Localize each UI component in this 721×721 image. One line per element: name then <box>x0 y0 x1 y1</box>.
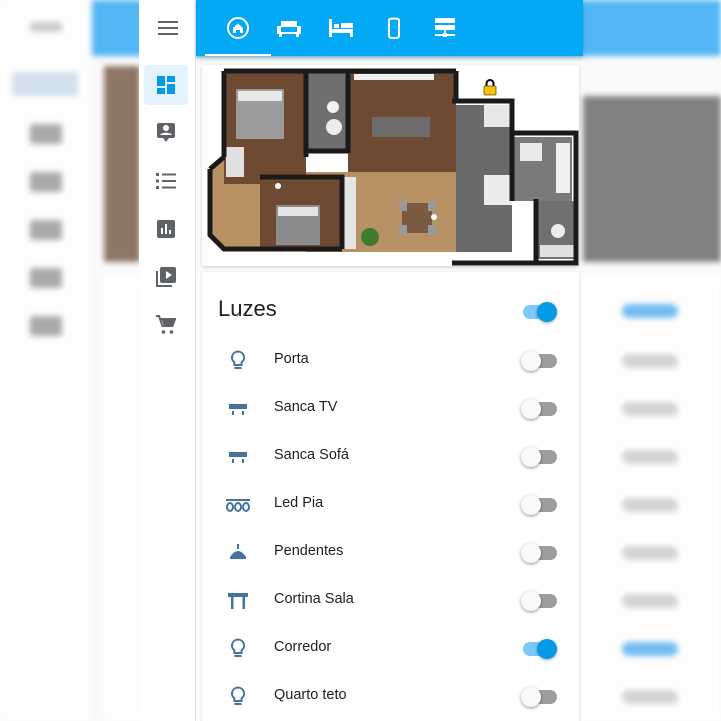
lock-icon[interactable] <box>483 78 497 101</box>
light-toggle-sanca-sofa[interactable] <box>521 447 557 467</box>
lightbulb-icon <box>222 637 254 661</box>
sidebar-item-history[interactable] <box>144 209 188 249</box>
light-label: Sanca Sofá <box>274 447 349 463</box>
sidebar <box>139 0 196 721</box>
light-row-quarto-teto[interactable]: Quarto teto <box>202 673 579 721</box>
logbook-list-icon <box>156 173 176 189</box>
pendant-light-icon <box>222 541 254 565</box>
sidebar-item-logbook[interactable] <box>144 161 188 201</box>
speaker-icon <box>388 17 400 39</box>
light-label: Porta <box>274 351 309 367</box>
light-toggle-corredor[interactable] <box>521 639 557 659</box>
sofa-icon <box>277 21 301 37</box>
light-toggle-cortina-sala[interactable] <box>521 591 557 611</box>
light-label: Pendentes <box>274 543 344 559</box>
ceiling-light-icon <box>222 397 254 421</box>
bg-plan-right <box>583 96 721 262</box>
led-strip-icon <box>222 493 254 517</box>
sidebar-item-media[interactable] <box>144 257 188 297</box>
light-label: Corredor <box>274 639 332 655</box>
history-chart-icon <box>157 220 175 238</box>
light-toggle-sanca-tv[interactable] <box>521 399 557 419</box>
light-label: Quarto teto <box>274 687 347 703</box>
light-toggle-porta[interactable] <box>521 351 557 371</box>
light-row-sanca-tv[interactable]: Sanca TV <box>202 385 579 433</box>
light-row-cortina-sala[interactable]: Cortina Sala <box>202 577 579 625</box>
lightbulb-icon <box>222 685 254 709</box>
bg-sidebar <box>0 0 92 721</box>
light-row-pendentes[interactable]: Pendentes <box>202 529 579 577</box>
bed-icon <box>329 19 353 37</box>
menu-icon <box>157 21 178 35</box>
floorplan-card <box>202 65 579 266</box>
floorplan-image[interactable] <box>202 65 579 266</box>
tab-server[interactable] <box>412 0 478 56</box>
light-label: Sanca TV <box>274 399 338 415</box>
bg-plan <box>104 66 140 262</box>
light-row-porta[interactable]: Porta <box>202 337 579 385</box>
shopping-cart-icon <box>156 315 176 334</box>
lightbulb-icon <box>222 349 254 373</box>
server-icon <box>435 18 455 37</box>
media-browser-icon <box>156 267 176 287</box>
sidebar-item-overview[interactable] <box>144 65 188 105</box>
light-label: Led Pia <box>274 495 324 511</box>
lights-card: Luzes Porta Sanca TV Sanca Sofá Led Pia <box>202 272 579 721</box>
light-row-led-pia[interactable]: Led Pia <box>202 481 579 529</box>
dashboard-icon <box>157 76 175 94</box>
light-row-sanca-sofa[interactable]: Sanca Sofá <box>202 433 579 481</box>
light-toggle-led-pia[interactable] <box>521 495 557 515</box>
ceiling-light-icon <box>222 445 254 469</box>
light-toggle-pendentes[interactable] <box>521 543 557 563</box>
sidebar-item-map[interactable] <box>144 113 188 153</box>
sidebar-item-shopping[interactable] <box>144 305 188 345</box>
lights-card-title: Luzes <box>218 296 277 321</box>
menu-button[interactable] <box>139 0 196 56</box>
header-tabs <box>196 0 583 56</box>
light-toggle-quarto-teto[interactable] <box>521 687 557 707</box>
home-icon <box>227 17 249 39</box>
lights-master-toggle[interactable] <box>521 302 557 322</box>
light-row-corredor[interactable]: Corredor <box>202 625 579 673</box>
light-label: Cortina Sala <box>274 591 354 607</box>
account-box-icon <box>157 123 175 142</box>
curtain-rod-icon <box>222 589 254 613</box>
page: Luzes Porta Sanca TV Sanca Sofá Led Pia <box>0 0 721 721</box>
